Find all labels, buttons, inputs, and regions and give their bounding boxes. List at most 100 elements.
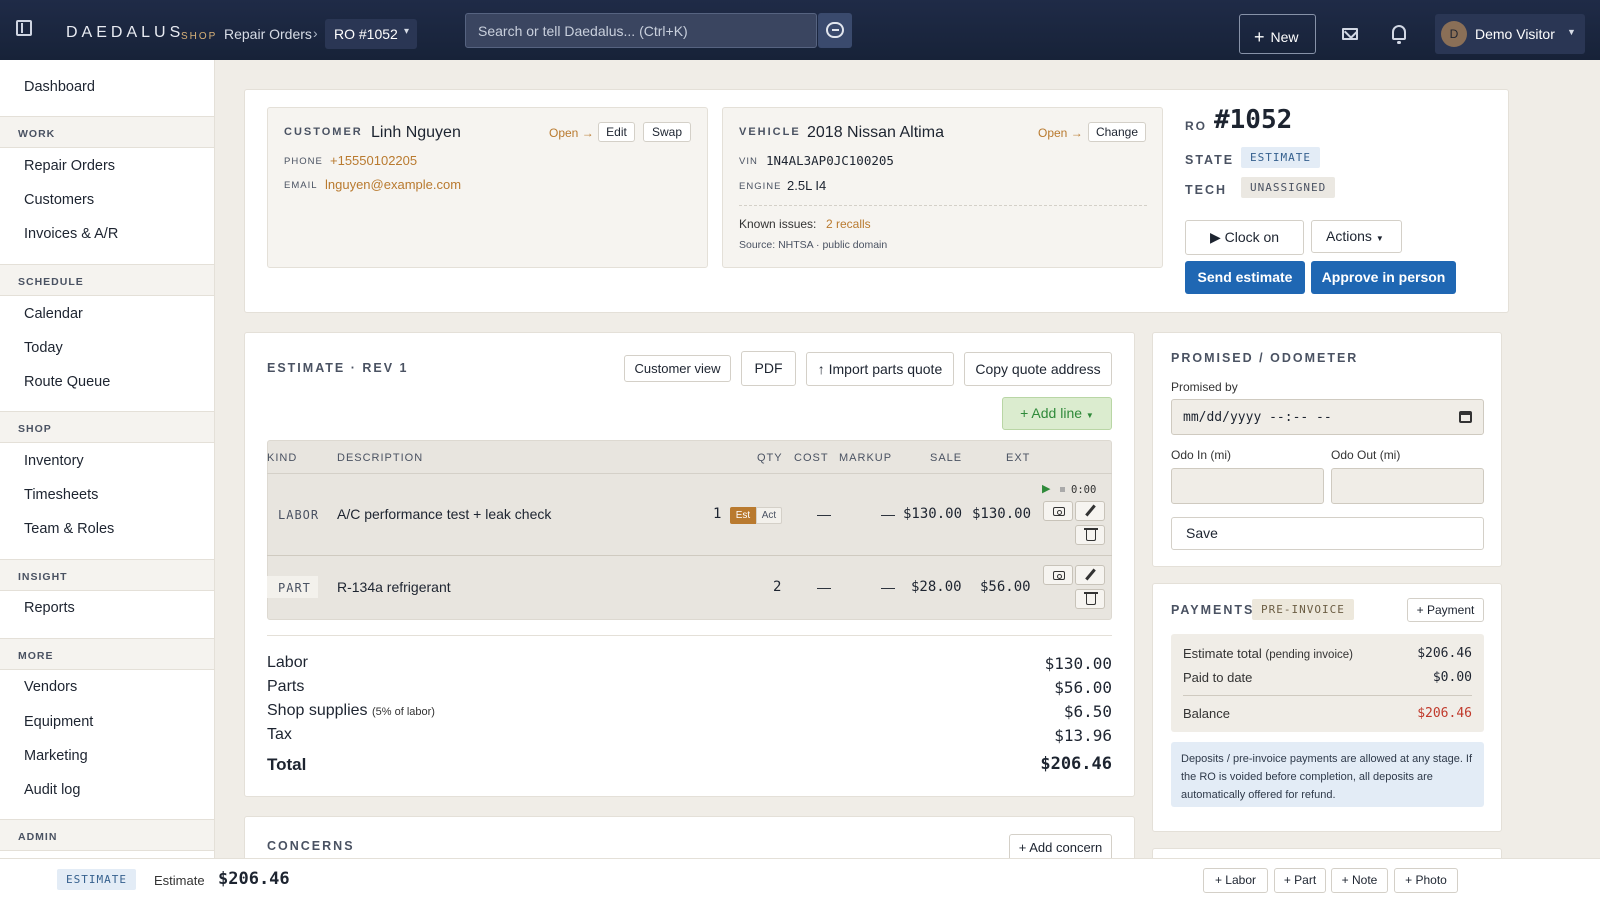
line-photo-button[interactable] (1043, 501, 1073, 521)
breadcrumb-repair-orders[interactable]: Repair Orders (224, 26, 312, 42)
act-toggle[interactable]: Act (756, 507, 782, 524)
promised-title: PROMISED / ODOMETER (1171, 351, 1359, 365)
odo-out-input[interactable] (1331, 468, 1484, 504)
sidebar-item-audit-log[interactable]: Audit log (24, 782, 80, 798)
import-parts-quote-button[interactable]: ↑ Import parts quote (806, 352, 954, 386)
line-edit-button[interactable] (1075, 565, 1105, 585)
vehicle-open-link[interactable]: Open → (1038, 126, 1083, 140)
bell-icon[interactable] (1392, 25, 1406, 44)
line-delete-button[interactable] (1075, 589, 1105, 609)
line-sale: $130.00 (903, 506, 963, 522)
line-description[interactable]: A/C performance test + leak check (337, 506, 551, 522)
sidebar-item-reports[interactable]: Reports (24, 600, 75, 616)
actions-menu-button[interactable]: Actions ▼ (1311, 220, 1402, 253)
col-sale: SALE (930, 452, 963, 464)
user-name: Demo Visitor (1475, 26, 1555, 42)
calendar-icon[interactable] (1459, 411, 1472, 423)
divider (267, 635, 1112, 636)
sidebar-toggle-icon[interactable] (16, 20, 32, 36)
customer-edit-button[interactable]: Edit (598, 122, 635, 142)
recalls-link[interactable]: 2 recalls (826, 217, 871, 231)
pdf-button[interactable]: PDF (741, 351, 796, 386)
quick-add-part-button[interactable]: + Part (1274, 868, 1326, 893)
divider (739, 205, 1147, 206)
customer-swap-button[interactable]: Swap (643, 122, 691, 142)
add-concern-button[interactable]: + Add concern (1009, 834, 1112, 861)
camera-icon (1053, 571, 1065, 580)
quick-add-labor-button[interactable]: + Labor (1203, 868, 1268, 893)
totals-parts-label: Parts (267, 678, 305, 695)
line-edit-button[interactable] (1075, 501, 1105, 521)
send-estimate-button[interactable]: Send estimate (1185, 261, 1305, 294)
add-line-button[interactable]: + Add line ▼ (1002, 397, 1112, 430)
sidebar-item-route-queue[interactable]: Route Queue (24, 374, 110, 390)
sidebar-item-equipment[interactable]: Equipment (24, 714, 93, 730)
customer-phone[interactable]: +15550102205 (330, 153, 417, 168)
customer-email[interactable]: lnguyen@example.com (325, 177, 461, 192)
quick-add-note-button[interactable]: + Note (1331, 868, 1388, 893)
est-toggle[interactable]: Est (730, 507, 756, 524)
sidebar-item-repair-orders[interactable]: Repair Orders (24, 158, 115, 174)
totals-labor-label: Labor (267, 654, 308, 671)
date-placeholder: mm/dd/yyyy --:-- -- (1183, 410, 1332, 425)
brand-logo[interactable]: DAEDALUS (66, 24, 184, 42)
chevron-down-icon: ▼ (1375, 234, 1384, 243)
ro-selector-dropdown[interactable]: RO #1052 ▾ (325, 19, 417, 49)
customer-card: CUSTOMER Linh Nguyen Open → Edit Swap PH… (267, 107, 708, 268)
search-input[interactable]: Search or tell Daedalus... (Ctrl+K) (465, 13, 817, 48)
sidebar-item-timesheets[interactable]: Timesheets (24, 487, 98, 503)
customer-name[interactable]: Linh Nguyen (371, 124, 461, 142)
customer-open-link[interactable]: Open → (549, 126, 594, 140)
promised-by-input[interactable]: mm/dd/yyyy --:-- -- (1171, 399, 1484, 435)
vehicle-name[interactable]: 2018 Nissan Altima (807, 124, 944, 142)
add-payment-button[interactable]: + Payment (1407, 598, 1484, 622)
line-description[interactable]: R-134a refrigerant (337, 579, 451, 595)
sidebar-item-vendors[interactable]: Vendors (24, 679, 77, 695)
line-sale: $28.00 (911, 579, 962, 595)
sidebar-item-team-roles[interactable]: Team & Roles (24, 521, 114, 537)
divider (1183, 695, 1472, 696)
sidebar-group-shop: SHOP (0, 411, 214, 443)
odo-in-label: Odo In (mi) (1171, 448, 1232, 462)
approve-in-person-button[interactable]: Approve in person (1311, 261, 1456, 294)
sidebar-item-customers[interactable]: Customers (24, 192, 94, 208)
sidebar-item-today[interactable]: Today (24, 340, 63, 356)
concerns-title: CONCERNS (267, 839, 355, 853)
line-qty[interactable]: 2 (773, 579, 781, 595)
sidebar-group-work: WORK (0, 116, 214, 148)
sidebar-item-marketing[interactable]: Marketing (24, 748, 88, 764)
line-photo-button[interactable] (1043, 565, 1073, 585)
user-menu[interactable]: D Demo Visitor ▼ (1435, 14, 1585, 54)
play-timer-icon[interactable]: ▶ (1042, 482, 1050, 495)
line-qty[interactable]: 1 (713, 506, 721, 522)
customer-view-button[interactable]: Customer view (624, 355, 731, 382)
sidebar-item-dashboard[interactable]: Dashboard (24, 79, 95, 95)
balance-value: $206.46 (1417, 706, 1472, 721)
sidebar-item-calendar[interactable]: Calendar (24, 306, 83, 322)
actions-label: Actions (1326, 228, 1372, 244)
sidebar: Dashboard WORK Repair Orders Customers I… (0, 60, 215, 860)
ro-selector-label: RO #1052 (334, 26, 398, 42)
sidebar-item-invoices[interactable]: Invoices & A/R (24, 226, 118, 242)
estimate-total-note: (pending invoice) (1265, 649, 1353, 661)
quick-add-photo-button[interactable]: + Photo (1394, 868, 1458, 893)
stop-timer-icon[interactable] (1060, 487, 1065, 492)
pre-invoice-badge: PRE-INVOICE (1252, 599, 1354, 620)
sidebar-item-inventory[interactable]: Inventory (24, 453, 84, 469)
vehicle-change-button[interactable]: Change (1088, 122, 1146, 142)
line-markup: — (881, 579, 895, 595)
mail-icon[interactable] (1342, 28, 1358, 40)
payments-title: PAYMENTS (1171, 603, 1255, 617)
odo-in-input[interactable] (1171, 468, 1324, 504)
line-delete-button[interactable] (1075, 525, 1105, 545)
assistant-chat-button[interactable] (818, 13, 852, 48)
save-odometer-button[interactable]: Save (1171, 517, 1484, 550)
line-ext: $130.00 (972, 506, 1032, 522)
estimate-title: ESTIMATE · REV 1 (267, 361, 409, 375)
clock-on-button[interactable]: ▶ Clock on (1185, 220, 1304, 255)
paid-to-date-label: Paid to date (1183, 670, 1253, 685)
estimate-total-label: Estimate total (pending invoice) (1183, 646, 1353, 661)
tech-badge[interactable]: UNASSIGNED (1241, 177, 1336, 198)
new-button[interactable]: + New (1239, 14, 1316, 54)
copy-quote-address-button[interactable]: Copy quote address (964, 352, 1112, 386)
